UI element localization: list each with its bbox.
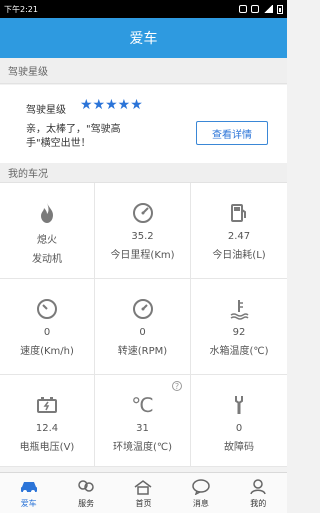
tab-label: 我的 (250, 498, 267, 508)
tab-service[interactable]: 服务 (58, 478, 115, 509)
metric-label: 转速(RPM) (117, 346, 168, 357)
app-bar: 爱车 (0, 18, 287, 58)
speedometer-icon (130, 201, 156, 225)
metric-label: 今日油耗(L) (212, 250, 266, 261)
status-icons (239, 4, 283, 14)
metric-value: 2.47 (227, 231, 251, 242)
gauge-icon (34, 297, 60, 321)
metric-label: 水箱温度(℃) (209, 346, 269, 357)
metric-value: 12.4 (35, 423, 59, 434)
wrench-icon (226, 393, 252, 417)
help-icon[interactable]: ? (172, 381, 182, 391)
metric-coolant-temp[interactable]: 92 水箱温度(℃) (191, 279, 287, 375)
metric-speed[interactable]: 0 速度(Km/h) (0, 279, 95, 375)
metric-battery-voltage[interactable]: 12.4 电瓶电压(V) (0, 375, 95, 467)
metric-value: 熄火 (37, 235, 57, 246)
celsius-icon: ℃ (130, 393, 156, 417)
status-time: 下午2:21 (4, 4, 38, 14)
star-message: 亲，太棒了，"驾驶高手"横空出世！ (26, 124, 121, 149)
section-driving-star: 驾驶星级 (0, 58, 287, 84)
star-panel: 驾驶星级 ★★★★★ 亲，太棒了，"驾驶高手"横空出世！ 查看详情 (0, 85, 287, 163)
metric-label: 故障码 (224, 442, 254, 453)
metric-value: 0 (139, 327, 146, 338)
celsius-glyph: ℃ (131, 393, 154, 417)
section-title: 驾驶星级 (8, 67, 48, 78)
star-rating-label: 驾驶星级 (26, 105, 66, 116)
wifi-icon (251, 5, 259, 13)
metric-value: 0 (43, 327, 51, 338)
metric-value: 0 (235, 423, 243, 434)
tab-label: 首页 (135, 498, 152, 508)
metric-label: 发动机 (32, 254, 62, 265)
tab-label: 服务 (78, 498, 95, 508)
metric-ambient-temp[interactable]: ? ℃ 31 环境温度(℃) (95, 375, 191, 467)
metric-value: 35.2 (131, 231, 154, 242)
signal-icon (263, 5, 273, 13)
bottom-tab-bar: 爱车 服务 首页 消息 我的 (0, 472, 287, 513)
coolant-temp-icon (226, 297, 252, 321)
car-status-grid: 熄火 发动机 35.2 今日里程(Km) 2.47 今日油耗(L) 0 速度(K… (0, 183, 287, 467)
battery-icon (34, 393, 60, 417)
tab-car[interactable]: 爱车 (0, 478, 57, 509)
service-icon (76, 478, 96, 496)
metric-label: 环境温度(℃) (112, 442, 173, 453)
section-my-car: 我的车况 (0, 163, 287, 183)
tachometer-icon (130, 297, 156, 321)
tab-label: 消息 (192, 498, 209, 508)
metric-engine[interactable]: 熄火 发动机 (0, 183, 95, 279)
page-title: 爱车 (129, 31, 158, 47)
fuel-pump-icon (226, 201, 252, 225)
tab-home[interactable]: 首页 (115, 478, 172, 509)
tab-profile[interactable]: 我的 (230, 478, 287, 509)
metric-label: 电瓶电压(V) (19, 442, 75, 453)
tab-messages[interactable]: 消息 (172, 478, 229, 509)
metric-label: 速度(Km/h) (20, 346, 74, 357)
section-title: 我的车况 (8, 169, 48, 180)
status-bar: 下午2:21 (0, 0, 287, 18)
car-icon (19, 478, 39, 496)
metric-rpm[interactable]: 0 转速(RPM) (95, 279, 191, 375)
metric-value: 92 (232, 327, 246, 338)
home-icon (133, 478, 153, 496)
user-icon (248, 478, 268, 496)
metric-label: 今日里程(Km) (110, 250, 175, 261)
tab-label: 爱车 (20, 498, 37, 508)
alarm-icon (239, 5, 247, 13)
flame-icon (34, 201, 60, 225)
metric-fault-codes[interactable]: 0 故障码 (191, 375, 287, 467)
message-icon (191, 478, 211, 496)
view-details-button[interactable]: 查看详情 (196, 121, 268, 145)
metric-daily-fuel[interactable]: 2.47 今日油耗(L) (191, 183, 287, 279)
metric-daily-mileage[interactable]: 35.2 今日里程(Km) (95, 183, 191, 279)
metric-value: 31 (136, 423, 149, 434)
battery-status-icon (277, 4, 283, 14)
star-rating-icons: ★★★★★ (80, 97, 143, 113)
